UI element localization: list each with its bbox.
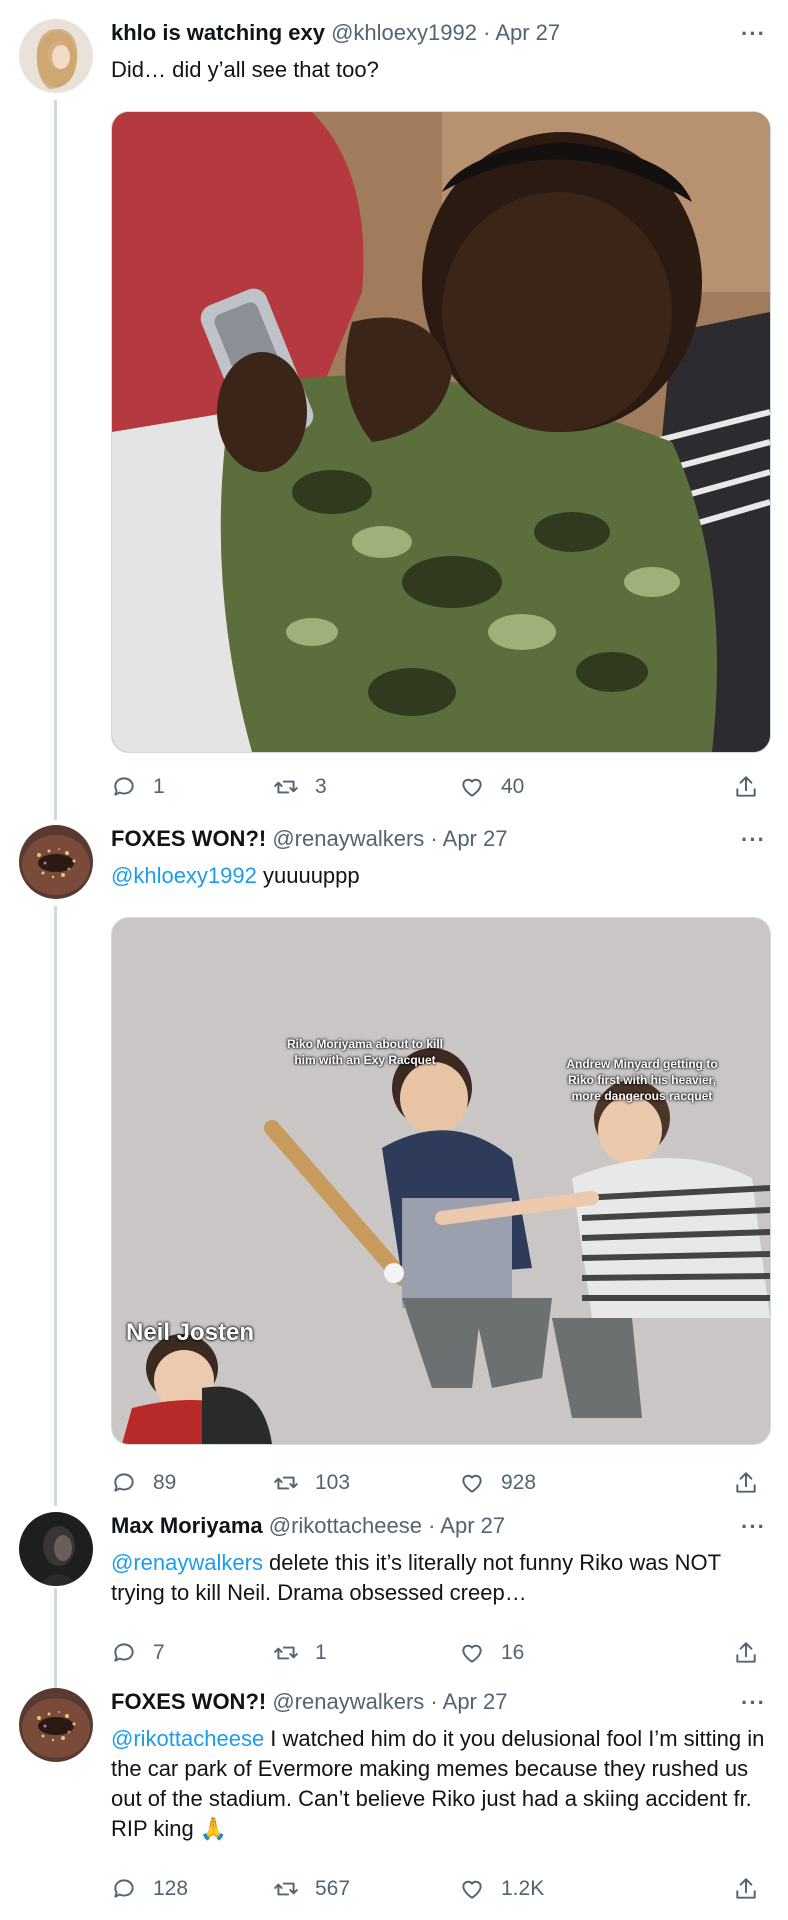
tweet-date[interactable]: Apr 27	[443, 826, 508, 851]
tweet-body: yuuuuppp	[256, 863, 360, 888]
tweet-actions: 128 567 1.2K	[111, 1876, 769, 1906]
reply-count: 89	[153, 1471, 177, 1494]
retweet-button[interactable]: 567	[273, 1876, 350, 1902]
retweet-icon	[274, 1646, 298, 1660]
share-icon	[736, 1642, 756, 1663]
like-count: 928	[501, 1471, 537, 1494]
tweet-text: @renaywalkers delete this it’s literally…	[111, 1548, 768, 1608]
separator: ·	[430, 1689, 438, 1714]
like-count: 16	[501, 1641, 525, 1664]
separator: ·	[428, 1513, 436, 1538]
like-button[interactable]: 928	[459, 1470, 536, 1496]
retweet-icon	[274, 1882, 298, 1896]
tweet-actions: 7 1 16	[111, 1640, 769, 1670]
tweet-text: @khloexy1992 yuuuuppp	[111, 861, 768, 891]
more-options-icon[interactable]: ···	[741, 1514, 766, 1540]
tweet-date[interactable]: Apr 27	[440, 1513, 505, 1538]
reply-icon	[114, 1879, 134, 1898]
share-icon	[736, 1472, 756, 1493]
tweet-header: FOXES WON?! @renaywalkers · Apr 27	[111, 1688, 768, 1718]
retweet-button[interactable]: 103	[273, 1470, 350, 1496]
avatar[interactable]	[19, 1512, 93, 1586]
retweet-count: 3	[315, 775, 327, 798]
tweet-date[interactable]: Apr 27	[443, 1689, 508, 1714]
heart-icon	[462, 1880, 482, 1899]
tweet-image[interactable]	[111, 111, 771, 753]
mention-link[interactable]: @renaywalkers	[111, 1550, 263, 1575]
mention-link[interactable]: @khloexy1992	[111, 863, 257, 888]
retweet-count: 103	[315, 1471, 351, 1494]
share-button[interactable]	[733, 1876, 759, 1902]
like-count: 1.2K	[501, 1877, 545, 1900]
more-options-icon[interactable]: ···	[741, 827, 766, 853]
reply-button[interactable]: 1	[111, 774, 165, 800]
retweet-icon	[274, 1476, 298, 1490]
meme-caption-center: Riko Moriyama about to kill him with an …	[286, 1037, 444, 1067]
like-button[interactable]: 16	[459, 1640, 524, 1666]
avatar[interactable]	[19, 1688, 93, 1762]
share-button[interactable]	[733, 1470, 759, 1496]
tweet-actions: 89 103 928	[111, 1470, 769, 1500]
tweet[interactable]: khlo is watching exy @khloexy1992 · Apr …	[0, 19, 788, 809]
reply-button[interactable]: 128	[111, 1876, 188, 1902]
reply-button[interactable]: 89	[111, 1470, 176, 1496]
tweet-text: Did… did y’all see that too?	[111, 57, 379, 82]
retweet-count: 567	[315, 1877, 351, 1900]
retweet-count: 1	[315, 1641, 327, 1664]
avatar[interactable]	[19, 19, 93, 93]
tweet-header: khlo is watching exy @khloexy1992 · Apr …	[111, 19, 768, 49]
handle[interactable]: @khloexy1992	[331, 20, 477, 45]
retweet-icon	[274, 780, 298, 794]
tweet[interactable]: FOXES WON?! @renaywalkers · Apr 27 @khlo…	[0, 825, 788, 1515]
reply-count: 128	[153, 1877, 189, 1900]
separator: ·	[430, 826, 438, 851]
heart-icon	[462, 1474, 482, 1493]
like-count: 40	[501, 775, 525, 798]
tweet[interactable]: Max Moriyama @rikottacheese · Apr 27 @re…	[0, 1512, 788, 1672]
share-icon	[736, 1878, 756, 1899]
display-name[interactable]: Max Moriyama	[111, 1513, 263, 1538]
reply-icon	[114, 1473, 134, 1492]
mention-link[interactable]: @rikottacheese	[111, 1726, 264, 1751]
like-button[interactable]: 1.2K	[459, 1876, 544, 1902]
heart-icon	[462, 778, 482, 797]
display-name[interactable]: FOXES WON?!	[111, 1689, 266, 1714]
handle[interactable]: @renaywalkers	[272, 1689, 424, 1714]
handle[interactable]: @rikottacheese	[269, 1513, 422, 1538]
tweet-image[interactable]: Riko Moriyama about to kill him with an …	[111, 917, 771, 1445]
tweet-date[interactable]: Apr 27	[495, 20, 560, 45]
share-icon	[736, 776, 756, 797]
separator: ·	[483, 20, 491, 45]
retweet-button[interactable]: 3	[273, 774, 327, 800]
reply-icon	[114, 777, 134, 796]
tweet[interactable]: FOXES WON?! @renaywalkers · Apr 27 @riko…	[0, 1688, 788, 1920]
tweet-header: Max Moriyama @rikottacheese · Apr 27	[111, 1512, 768, 1542]
like-button[interactable]: 40	[459, 774, 524, 800]
display-name[interactable]: khlo is watching exy	[111, 20, 325, 45]
tweet-actions: 1 3 40	[111, 774, 769, 804]
retweet-button[interactable]: 1	[273, 1640, 327, 1666]
more-options-icon[interactable]: ···	[741, 21, 766, 47]
share-button[interactable]	[733, 1640, 759, 1666]
handle[interactable]: @renaywalkers	[272, 826, 424, 851]
avatar[interactable]	[19, 825, 93, 899]
display-name[interactable]: FOXES WON?!	[111, 826, 266, 851]
meme-caption-left: Neil Josten	[126, 1319, 255, 1346]
heart-icon	[462, 1644, 482, 1663]
reply-button[interactable]: 7	[111, 1640, 165, 1666]
meme-caption-right: Andrew Minyard getting to Riko first wit…	[566, 1057, 718, 1103]
more-options-icon[interactable]: ···	[741, 1690, 766, 1716]
reply-count: 7	[153, 1641, 165, 1664]
reply-count: 1	[153, 775, 165, 798]
tweet-header: FOXES WON?! @renaywalkers · Apr 27	[111, 825, 768, 855]
reply-icon	[114, 1643, 134, 1662]
share-button[interactable]	[733, 774, 759, 800]
tweet-text: @rikottacheese I watched him do it you d…	[111, 1724, 768, 1844]
